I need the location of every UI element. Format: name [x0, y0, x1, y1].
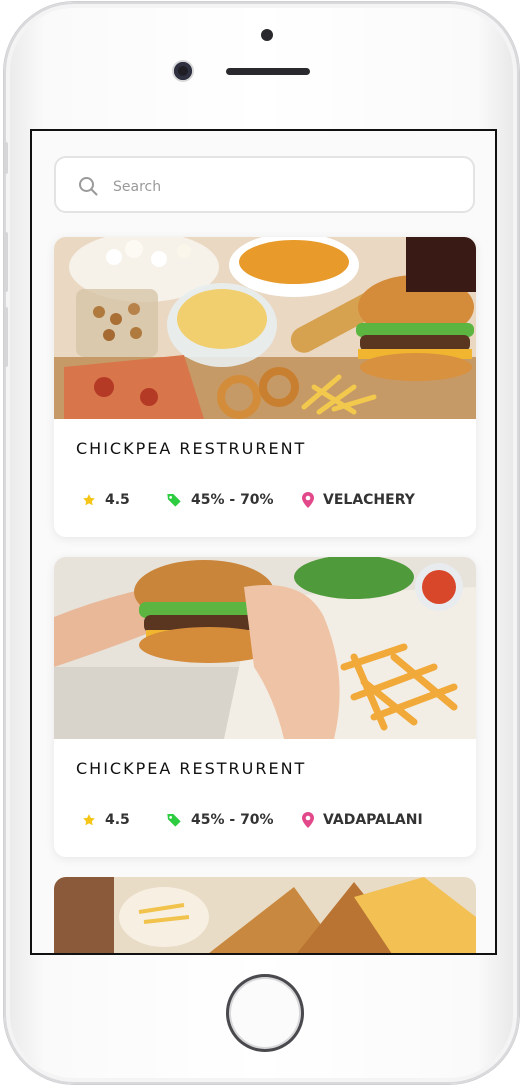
restaurant-image	[54, 877, 476, 953]
restaurant-name: CHICKPEA RESTRURENT	[76, 759, 307, 778]
star-icon	[83, 494, 95, 506]
rating-value: 4.5	[105, 492, 130, 508]
app-screen: CHICKPEA RESTRURENT 4.5 45% - 70% VELACH…	[30, 129, 497, 955]
proximity-sensor	[261, 29, 273, 41]
restaurant-card[interactable]	[54, 877, 476, 953]
offer: 45% - 70%	[166, 492, 274, 508]
restaurant-card[interactable]: CHICKPEA RESTRURENT 4.5 45% - 70% VELACH…	[54, 237, 476, 537]
location-pin-icon	[302, 492, 314, 508]
location: VELACHERY	[302, 492, 415, 508]
offer: 45% - 70%	[166, 812, 274, 828]
front-camera	[174, 62, 192, 80]
rating: 4.5	[82, 492, 130, 508]
location: VADAPALANI	[302, 812, 423, 828]
search-icon	[79, 177, 98, 196]
restaurant-image	[54, 237, 476, 419]
search-bar[interactable]	[54, 156, 475, 213]
location-value: VELACHERY	[323, 492, 415, 508]
restaurant-image	[54, 557, 476, 739]
restaurant-card[interactable]: CHICKPEA RESTRURENT 4.5 45% - 70% VADAPA…	[54, 557, 476, 857]
location-pin-icon	[302, 812, 314, 828]
tag-icon	[167, 814, 181, 827]
restaurant-name: CHICKPEA RESTRURENT	[76, 439, 307, 458]
home-button[interactable]	[226, 974, 304, 1052]
volume-up-button	[4, 232, 8, 292]
location-value: VADAPALANI	[323, 812, 423, 828]
earpiece-speaker	[226, 68, 310, 75]
offer-value: 45% - 70%	[191, 812, 274, 828]
rating-value: 4.5	[105, 812, 130, 828]
tag-icon	[167, 494, 181, 507]
search-input[interactable]	[111, 172, 445, 202]
star-icon	[83, 814, 95, 826]
volume-down-button	[4, 307, 8, 367]
rating: 4.5	[82, 812, 130, 828]
offer-value: 45% - 70%	[191, 492, 274, 508]
mute-switch	[4, 142, 8, 174]
